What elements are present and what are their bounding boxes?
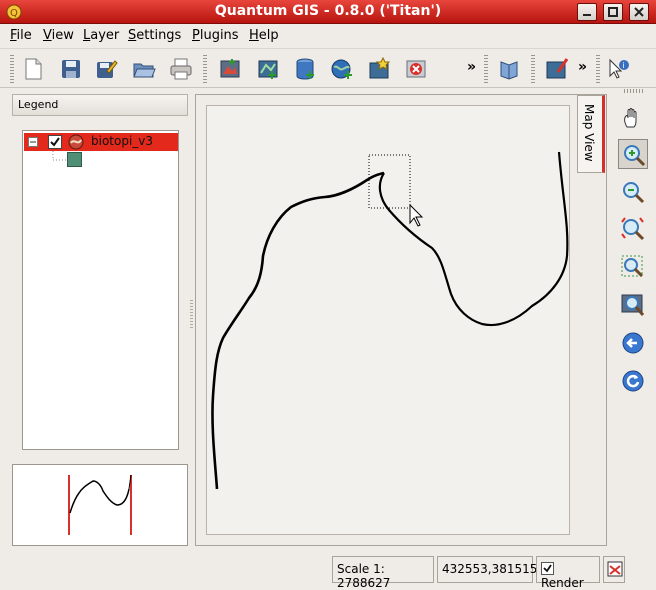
- menu-plugins[interactable]: Plugins: [192, 28, 239, 43]
- menu-help[interactable]: Help: [249, 28, 279, 43]
- help-button[interactable]: [495, 55, 523, 83]
- legend-panel[interactable]: biotopi_v3: [22, 130, 179, 450]
- zoom-last-button[interactable]: [618, 328, 648, 358]
- zoom-last-icon: [622, 332, 644, 354]
- map-tools-grip[interactable]: [624, 89, 644, 93]
- toolbar-grip[interactable]: [531, 55, 535, 83]
- zoom-to-selection-icon: [621, 255, 644, 278]
- zoom-out-icon: [623, 182, 645, 204]
- new-vector-layer-button[interactable]: [365, 55, 393, 83]
- zoom-in-button[interactable]: [618, 139, 648, 169]
- render-label: Render: [541, 576, 584, 590]
- map-canvas[interactable]: [206, 105, 570, 535]
- save-as-button[interactable]: [92, 55, 120, 83]
- new-project-icon: [25, 58, 42, 80]
- toolbar-overflow-button[interactable]: »: [467, 59, 476, 75]
- layer-visibility-checkbox[interactable]: [48, 135, 62, 149]
- render-toggle[interactable]: Render: [536, 556, 600, 590]
- layer-symbol-swatch: [67, 152, 82, 167]
- layer-name[interactable]: biotopi_v3: [91, 134, 153, 148]
- add-wms-icon: [331, 59, 352, 79]
- pan-button[interactable]: [618, 104, 648, 134]
- print-button[interactable]: [167, 55, 195, 83]
- menu-bar: File View Layer Settings Plugins Help: [0, 25, 656, 47]
- capture-icon: [546, 58, 569, 79]
- zoom-to-layer-button[interactable]: [618, 290, 648, 320]
- main-toolbar: » » i: [0, 48, 656, 88]
- menu-file[interactable]: File: [10, 28, 32, 43]
- cursor-icon: [409, 203, 424, 227]
- render-checkbox[interactable]: [541, 562, 554, 575]
- coordinate-display: 432553,381515: [437, 556, 537, 583]
- capture-button[interactable]: [543, 55, 571, 83]
- tab-map-view[interactable]: Map View: [577, 95, 605, 173]
- print-icon: [170, 58, 192, 80]
- zoom-full-button[interactable]: [618, 214, 648, 244]
- pan-icon: [624, 108, 637, 128]
- open-project-icon: [133, 63, 156, 78]
- toolbar-grip[interactable]: [484, 55, 488, 83]
- map-features: [211, 151, 569, 490]
- menu-layer[interactable]: Layer: [83, 28, 119, 43]
- collapse-icon[interactable]: [28, 137, 38, 147]
- help-icon: [500, 61, 518, 80]
- svg-text:i: i: [623, 61, 625, 70]
- menu-settings[interactable]: Settings: [128, 28, 181, 43]
- add-raster-button[interactable]: [216, 55, 244, 83]
- vector-layer-icon: [68, 134, 84, 150]
- refresh-icon: [622, 370, 644, 392]
- zoom-out-button[interactable]: [618, 177, 648, 207]
- stop-render-button[interactable]: [603, 556, 625, 583]
- save-project-icon: [62, 60, 80, 78]
- window-title: Quantum GIS - 0.8.0 ('Titan'): [214, 3, 442, 19]
- add-postgis-button[interactable]: [291, 55, 319, 83]
- refresh-button[interactable]: [618, 366, 648, 396]
- overview-panel[interactable]: [12, 464, 188, 546]
- add-postgis-icon: [296, 58, 314, 80]
- menu-view[interactable]: View: [43, 28, 74, 43]
- scale-display: Scale 1: 2788627: [332, 556, 434, 590]
- close-button[interactable]: [629, 3, 649, 21]
- zoom-full-icon: [621, 217, 645, 241]
- zoom-to-selection-button[interactable]: [618, 252, 648, 282]
- zoom-to-layer-icon: [621, 294, 645, 316]
- maximize-icon: [608, 7, 618, 17]
- add-raster-icon: [220, 59, 240, 78]
- remove-layer-button[interactable]: [402, 55, 430, 83]
- close-icon: [634, 7, 644, 17]
- maximize-button[interactable]: [603, 3, 623, 21]
- zoom-in-icon: [624, 145, 646, 167]
- remove-layer-icon: [406, 60, 426, 78]
- toolbar-grip[interactable]: [10, 55, 14, 83]
- title-bar: Q Quantum GIS - 0.8.0 ('Titan'): [0, 0, 656, 24]
- minimize-icon: [583, 14, 591, 16]
- toolbar-grip[interactable]: [203, 55, 207, 83]
- panel-splitter[interactable]: [190, 300, 193, 330]
- legend-layer-row[interactable]: biotopi_v3: [24, 133, 178, 151]
- save-as-icon: [97, 60, 118, 78]
- new-project-button[interactable]: [19, 55, 47, 83]
- legend-header[interactable]: Legend: [12, 94, 188, 116]
- open-project-button[interactable]: [130, 55, 158, 83]
- toolbar-overflow-button[interactable]: »: [578, 59, 587, 75]
- save-project-button[interactable]: [57, 55, 85, 83]
- new-vector-layer-icon: [369, 57, 391, 79]
- stop-render-icon: [607, 561, 623, 577]
- map-view-tab-label: Map View: [582, 104, 596, 162]
- identify-button[interactable]: i: [604, 55, 632, 83]
- add-wms-button[interactable]: [328, 55, 356, 83]
- minimize-button[interactable]: [577, 3, 597, 21]
- toolbar-grip[interactable]: [596, 55, 600, 83]
- overview-map: [68, 474, 132, 535]
- identify-icon: i: [609, 58, 629, 79]
- add-vector-button[interactable]: [254, 55, 282, 83]
- add-vector-icon: [258, 60, 278, 79]
